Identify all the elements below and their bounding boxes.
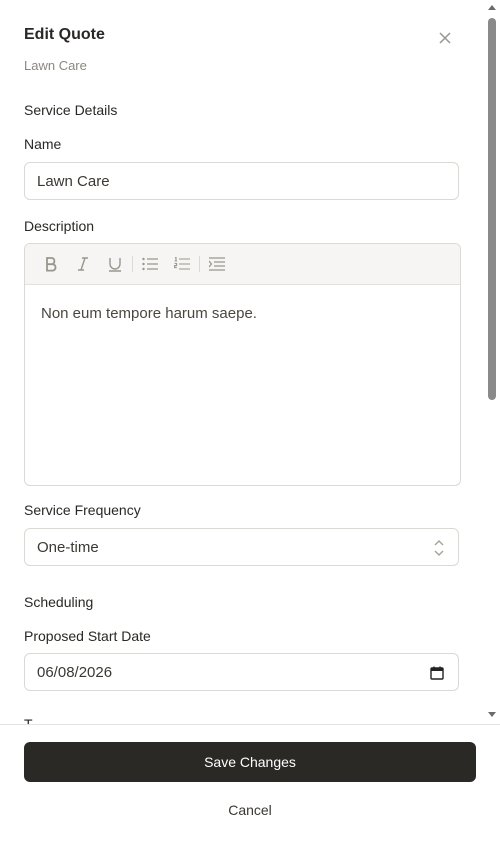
cancel-button[interactable]: Cancel bbox=[200, 799, 300, 821]
dialog-title: Edit Quote bbox=[24, 26, 105, 43]
numbered-list-icon[interactable] bbox=[166, 250, 198, 278]
dialog-subtitle: Lawn Care bbox=[24, 58, 87, 73]
scrollbar-thumb[interactable] bbox=[488, 18, 496, 400]
start-date-input[interactable]: 06/08/2026 bbox=[24, 653, 459, 691]
start-date-label: Proposed Start Date bbox=[24, 628, 151, 644]
bullet-list-icon[interactable] bbox=[134, 250, 166, 278]
toolbar-divider bbox=[199, 256, 200, 272]
scroll-down-icon[interactable] bbox=[488, 712, 496, 717]
editor-toolbar bbox=[25, 244, 460, 285]
description-label: Description bbox=[24, 218, 95, 234]
calendar-icon[interactable] bbox=[430, 666, 444, 684]
toolbar-divider bbox=[132, 256, 133, 272]
frequency-value: One-time bbox=[37, 538, 99, 556]
indent-icon[interactable] bbox=[201, 250, 233, 278]
scrollbar[interactable] bbox=[485, 0, 500, 725]
description-editor: Non eum tempore harum saepe. bbox=[24, 243, 461, 486]
chevron-updown-icon bbox=[434, 539, 444, 561]
section-service-details: Service Details bbox=[24, 102, 118, 118]
name-input[interactable]: Lawn Care bbox=[24, 162, 459, 200]
edit-quote-panel: Edit Quote Lawn Care Service Details Nam… bbox=[0, 0, 485, 725]
close-icon[interactable] bbox=[437, 31, 453, 47]
dialog-footer: Save Changes Cancel bbox=[0, 724, 500, 846]
scroll-up-icon[interactable] bbox=[488, 5, 496, 10]
frequency-select[interactable]: One-time bbox=[24, 528, 459, 566]
description-content[interactable]: Non eum tempore harum saepe. bbox=[25, 285, 460, 342]
italic-icon[interactable] bbox=[67, 250, 99, 278]
name-label: Name bbox=[24, 136, 62, 152]
save-changes-button[interactable]: Save Changes bbox=[24, 742, 476, 782]
section-scheduling: Scheduling bbox=[24, 594, 94, 610]
bold-icon[interactable] bbox=[35, 250, 67, 278]
frequency-label: Service Frequency bbox=[24, 502, 141, 518]
start-date-value: 06/08/2026 bbox=[37, 663, 113, 681]
underline-icon[interactable] bbox=[99, 250, 131, 278]
